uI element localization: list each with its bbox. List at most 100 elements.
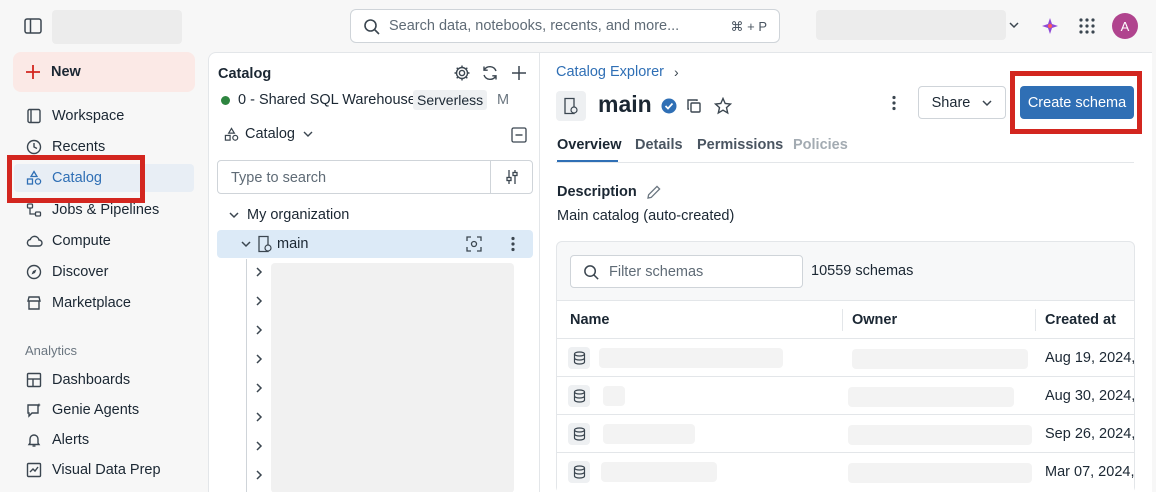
schema-count: 10559 schemas	[811, 263, 914, 279]
sidebar-item-compute[interactable]: Compute	[14, 227, 196, 255]
tree-node-label: main	[277, 236, 309, 252]
catalog-search-input[interactable]: Type to search	[217, 160, 533, 194]
schema-name-blurred	[599, 348, 783, 368]
tree-node-schema[interactable]	[255, 411, 263, 423]
star-icon[interactable]	[714, 97, 732, 115]
chevron-down-icon	[982, 99, 992, 107]
column-header-name[interactable]: Name	[570, 312, 610, 328]
filter-schemas-input[interactable]: Filter schemas	[570, 255, 803, 288]
settings-icon[interactable]	[453, 64, 471, 82]
new-button-label: New	[51, 64, 81, 80]
compass-icon	[24, 262, 44, 282]
chevron-down-icon[interactable]	[1008, 20, 1020, 30]
tree-node-label: My organization	[247, 207, 350, 223]
tree-guide-line	[246, 259, 247, 492]
tree-node-schema[interactable]	[255, 353, 263, 365]
catalog-node-icon	[257, 235, 273, 253]
tree-node-schema[interactable]	[255, 440, 263, 452]
tab-details[interactable]: Details	[635, 137, 683, 153]
sidebar-item-visual-data-prep[interactable]: Visual Data Prep	[14, 456, 196, 484]
schema-list-blurred	[271, 263, 514, 492]
tree-node-my-organization[interactable]: My organization	[217, 201, 533, 229]
more-options-icon[interactable]	[891, 95, 897, 111]
schema-name-blurred	[603, 424, 695, 444]
share-button[interactable]: Share	[918, 86, 1006, 119]
filter-schemas-placeholder: Filter schemas	[609, 264, 704, 280]
catalog-icon	[224, 126, 239, 142]
column-header-owner[interactable]: Owner	[852, 312, 897, 328]
sidebar-item-workspace[interactable]: Workspace	[14, 102, 196, 130]
table-row[interactable]: Sep 26, 2024,	[557, 415, 1135, 453]
description-label: Description	[557, 184, 637, 200]
share-button-label: Share	[931, 94, 971, 111]
collapse-all-icon[interactable]	[511, 127, 527, 143]
search-icon	[363, 18, 381, 36]
sidebar-item-marketplace[interactable]: Marketplace	[14, 289, 196, 317]
table-row[interactable]: Mar 07, 2024,	[557, 453, 1134, 491]
dashboard-icon	[24, 370, 44, 390]
workspace-logo[interactable]	[52, 10, 182, 44]
tree-node-main[interactable]: main	[217, 230, 533, 258]
sidebar-item-dashboards[interactable]: Dashboards	[14, 366, 196, 394]
search-divider	[490, 161, 491, 193]
search-placeholder: Search data, notebooks, recents, and mor…	[389, 18, 680, 34]
sidebar-item-label: Workspace	[52, 108, 125, 124]
copy-icon[interactable]	[686, 98, 702, 114]
create-schema-label: Create schema	[1027, 94, 1127, 111]
sidebar-item-label: Alerts	[52, 432, 90, 448]
sidebar-item-label: Dashboards	[52, 372, 131, 388]
kebab-menu-icon[interactable]	[510, 236, 516, 252]
tab-permissions[interactable]: Permissions	[697, 137, 783, 153]
filter-sliders-icon[interactable]	[504, 169, 520, 185]
sidebar-toggle-icon[interactable]	[24, 17, 42, 35]
focus-icon[interactable]	[466, 236, 482, 252]
verified-badge-icon	[661, 98, 677, 114]
bell-icon	[24, 430, 44, 450]
apps-grid-icon[interactable]	[1078, 17, 1096, 35]
global-search-input[interactable]: Search data, notebooks, recents, and mor…	[350, 9, 780, 43]
breadcrumb: Catalog Explorer ›	[556, 64, 679, 80]
page-title: main	[598, 91, 652, 117]
tab-overview[interactable]: Overview	[557, 137, 622, 153]
sidebar-section-analytics: Analytics	[25, 343, 78, 358]
refresh-icon[interactable]	[481, 64, 499, 82]
user-avatar[interactable]: A	[1112, 13, 1138, 39]
edit-pencil-icon[interactable]	[646, 184, 662, 200]
page-scrollbar[interactable]	[1152, 52, 1156, 492]
tree-node-schema[interactable]	[255, 266, 263, 278]
description-text: Main catalog (auto-created)	[557, 208, 735, 224]
owner-blurred	[848, 463, 1032, 483]
table-row[interactable]: Aug 30, 2024,	[557, 377, 1135, 415]
tree-node-schema[interactable]	[255, 324, 263, 336]
sidebar-item-discover[interactable]: Discover	[14, 258, 196, 286]
breadcrumb-catalog-explorer[interactable]: Catalog Explorer	[556, 64, 664, 80]
tabs-divider	[556, 162, 1134, 163]
created-at-cell: Mar 07, 2024,	[1045, 464, 1135, 480]
owner-blurred	[848, 387, 1014, 407]
create-schema-button[interactable]: Create schema	[1020, 86, 1134, 119]
sidebar-item-jobs-pipelines[interactable]: Jobs & Pipelines	[14, 196, 196, 224]
tree-node-schema[interactable]	[255, 469, 263, 481]
sidebar-item-label: Compute	[52, 233, 111, 249]
warehouse-name[interactable]: 0 - Shared SQL Warehouse	[238, 92, 416, 108]
warehouse-size: M	[497, 92, 510, 108]
add-icon[interactable]	[510, 64, 528, 82]
database-icon	[568, 385, 590, 407]
chevron-down-icon	[229, 211, 239, 219]
sidebar-item-label: Jobs & Pipelines	[52, 202, 160, 218]
column-header-created-at[interactable]: Created at	[1045, 312, 1116, 328]
tree-node-schema[interactable]	[255, 382, 263, 394]
new-button[interactable]: New	[13, 52, 195, 92]
workspace-switcher[interactable]	[816, 10, 1006, 40]
table-row[interactable]: Aug 19, 2024,	[557, 339, 1135, 377]
genie-icon	[24, 400, 44, 420]
avatar-letter: A	[1120, 18, 1130, 34]
catalog-scope-label: Catalog	[245, 126, 295, 142]
tree-node-schema[interactable]	[255, 295, 263, 307]
assistant-icon[interactable]	[1040, 16, 1060, 36]
tab-policies: Policies	[793, 137, 848, 153]
database-icon	[568, 347, 590, 369]
sidebar-item-alerts[interactable]: Alerts	[14, 426, 196, 454]
catalog-scope-selector[interactable]: Catalog	[224, 126, 313, 142]
sidebar-item-genie-agents[interactable]: Genie Agents	[14, 396, 196, 424]
